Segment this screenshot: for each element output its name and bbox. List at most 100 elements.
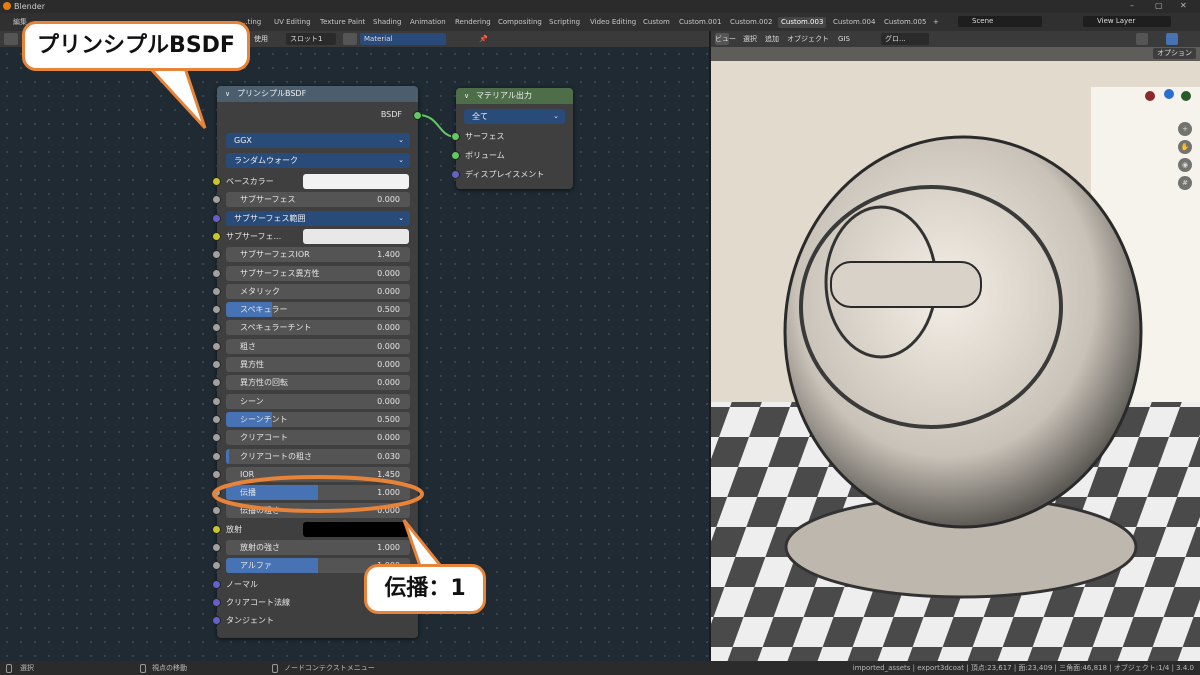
menu-object[interactable]: オブジェクト [783,33,833,45]
subsurface-field-socket[interactable] [212,195,221,205]
param-field-3[interactable]: メタリック 0.000 [226,283,410,299]
param-field-5-socket[interactable] [212,323,221,333]
axis-x-icon[interactable] [1145,91,1155,101]
menu-add[interactable]: 追加 [761,33,783,45]
output-target-dropdown[interactable]: 全て ⌄ [464,109,565,124]
param-field-6[interactable]: 粗さ 0.000 [226,338,410,354]
param-field-2-socket[interactable] [212,268,221,278]
param-field-8[interactable]: 異方性の回転 0.000 [226,375,410,391]
emission-swatch[interactable] [303,521,409,537]
param-field-13[interactable]: IOR 1.450 [226,466,410,482]
base-color-swatch[interactable] [303,174,409,189]
param-field-15[interactable]: 伝播の粗さ 0.000 [226,503,410,519]
param-field-6-socket[interactable] [212,341,221,351]
param-field-9-socket[interactable] [212,396,221,406]
param-field-10[interactable]: シーンチント 0.500 [226,411,410,427]
param-field-1[interactable]: サブサーフェスIOR 1.400 [226,247,410,263]
material-output-header[interactable]: ∨ マテリアル出力 [456,88,573,104]
pin-icon[interactable]: 📌 [475,33,492,45]
emission-strength-field-socket[interactable] [212,543,221,552]
subsurface-color-socket[interactable] [212,231,221,241]
param-field-14[interactable]: 伝播 1.000 [226,485,410,501]
param-field-2[interactable]: サブサーフェス異方性 0.000 [226,265,410,281]
param-field-11-socket[interactable] [212,433,221,443]
param-field-4-socket[interactable] [212,305,221,315]
param-field-7[interactable]: 異方性 0.000 [226,357,410,372]
surface-input-socket[interactable] [451,132,460,141]
principled-bsdf-node[interactable]: ∨ プリンシプルBSDF BSDF GGX ⌄ ランダムウォーク ⌄ ベースカラーサ… [212,86,422,638]
tab-custom[interactable]: Custom [640,17,673,28]
transform-orientation-selector[interactable]: グロ... [881,33,929,45]
tab-animation[interactable]: Animation [407,17,449,28]
param-field-1-socket[interactable] [212,250,221,260]
param-field-11[interactable]: クリアコート 0.000 [226,430,410,446]
clearcoat-normal-socket[interactable] [212,597,221,607]
tab-shading[interactable]: Shading [370,17,404,28]
slot-selector[interactable]: スロット1 [286,33,336,45]
param-field-15-socket[interactable] [212,506,221,516]
param-field-14-socket[interactable] [212,488,221,498]
subsurface-field[interactable]: サブサーフェス 0.000 [226,192,410,208]
param-field-12-socket[interactable] [212,451,221,461]
param-field-4[interactable]: スペキュラー 0.500 [226,302,410,318]
tangent-socket[interactable] [212,616,221,626]
material-name-field[interactable]: Material [360,33,446,45]
subsurface-color-swatch[interactable] [303,228,409,244]
tab-uv-editing[interactable]: UV Editing [271,17,314,28]
axis-y-icon[interactable] [1181,91,1191,101]
subsurface-radius-dropdown[interactable]: サブサーフェス範囲 ⌄ [226,210,410,226]
tab-video-editing[interactable]: Video Editing [587,17,639,28]
pan-icon[interactable]: ✋ [1178,140,1192,154]
zoom-icon[interactable]: + [1178,122,1192,136]
close-button[interactable]: ✕ [1180,1,1187,10]
tab-custom-003[interactable]: Custom.003 [778,17,827,28]
param-field-3-socket[interactable] [212,286,221,296]
tab-rendering[interactable]: Rendering [452,17,494,28]
collapse-chevron-icon[interactable]: ∨ [225,86,230,102]
tab-scripting[interactable]: Scripting [546,17,583,28]
subsurface-method-dropdown[interactable]: ランダムウォーク ⌄ [226,153,410,168]
grid-icon[interactable]: # [1178,176,1192,190]
collapse-chevron-icon[interactable]: ∨ [464,88,469,104]
bsdf-output-socket[interactable] [413,111,422,120]
emission-socket[interactable] [212,524,221,534]
param-field-8-socket[interactable] [212,378,221,388]
param-field-10-socket[interactable] [212,414,221,424]
minimize-button[interactable]: – [1130,1,1134,10]
param-field-13-socket[interactable] [212,469,221,479]
shading-solid-icon[interactable] [1136,33,1148,45]
param-field-12[interactable]: クリアコートの粗さ 0.030 [226,448,410,464]
menu-select[interactable]: 選択 [739,33,761,45]
param-field-7-socket[interactable] [212,360,221,369]
3d-viewport[interactable]: オプション + ✋ ◉ # [711,47,1200,661]
alpha-field-socket[interactable] [212,561,221,571]
tab-custom-004[interactable]: Custom.004 [830,17,878,28]
tab-custom-002[interactable]: Custom.002 [727,17,775,28]
displacement-input-socket[interactable] [451,170,460,179]
emission-strength-field[interactable]: 放射の強さ 1.000 [226,540,410,555]
param-field-5[interactable]: スペキュラーチント 0.000 [226,320,410,336]
principled-bsdf-header[interactable]: ∨ プリンシプルBSDF [217,86,418,102]
maximize-button[interactable]: ▢ [1155,1,1163,10]
menu-gis[interactable]: GIS [834,33,854,45]
viewport-options-button[interactable]: オプション [1153,48,1196,59]
scene-selector[interactable]: Scene [958,16,1042,27]
shading-rendered-icon[interactable] [1166,33,1178,45]
tab-texture-paint[interactable]: Texture Paint [317,17,368,28]
tab-custom-005[interactable]: Custom.005 [881,17,929,28]
param-field-9[interactable]: シーン 0.000 [226,393,410,409]
view-layer-selector[interactable]: View Layer [1083,16,1171,27]
menu-view[interactable]: ビュー [711,33,740,45]
normal-socket[interactable] [212,579,221,589]
add-workspace-button[interactable]: + [930,17,942,28]
volume-input-socket[interactable] [451,151,460,160]
base-color-socket[interactable] [212,177,221,186]
material-output-node[interactable]: ∨ マテリアル出力 全て ⌄ サーフェス ボリューム ディスプレイスメント [451,88,573,189]
axis-z-icon[interactable] [1164,89,1174,99]
tab-custom-001[interactable]: Custom.001 [676,17,724,28]
editor-type-icon[interactable] [4,33,18,45]
subsurface-radius-socket[interactable] [212,213,221,223]
distribution-dropdown[interactable]: GGX ⌄ [226,133,410,148]
camera-icon[interactable]: ◉ [1178,158,1192,172]
tab-compositing[interactable]: Compositing [495,17,545,28]
